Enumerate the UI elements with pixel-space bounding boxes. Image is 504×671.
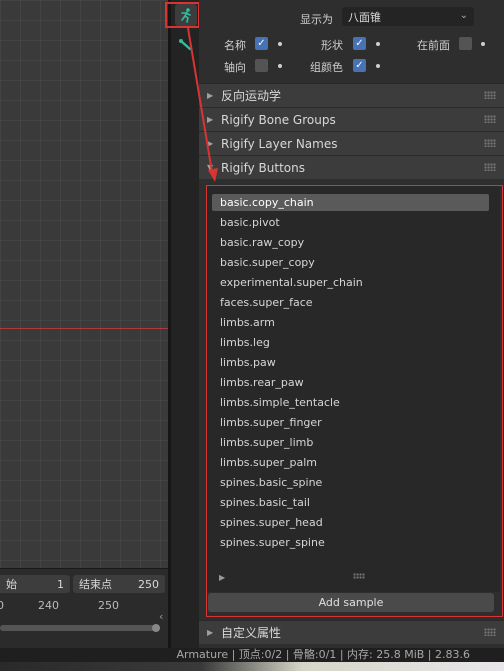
list-item[interactable]: basic.super_copy — [212, 254, 489, 271]
timeline[interactable]: 始 1 结束点 250 0 240 250 — [0, 568, 168, 649]
list-item[interactable]: faces.super_face — [212, 294, 489, 311]
in-front-keyframe-dot[interactable] — [481, 42, 485, 46]
list-item[interactable]: limbs.super_limb — [212, 434, 489, 451]
expand-triangle-icon: ▶ — [207, 628, 214, 637]
expand-triangle-icon: ▶ — [207, 91, 214, 100]
in-front-label: 在前面 — [417, 39, 450, 52]
viewport-display-settings: 显示为 八面锥 ⌄ 名称 ✓ 形状 ✓ 在前面 轴向 组颜色 ✓ — [199, 0, 504, 82]
chevron-left-icon[interactable]: ‹ — [159, 610, 163, 623]
section-rigify-bone-groups[interactable]: ▶ Rigify Bone Groups — [199, 107, 504, 131]
section-rigify-layer-names[interactable]: ▶ Rigify Layer Names — [199, 131, 504, 155]
section-title: 自定义属性 — [221, 626, 282, 640]
ruler-tick-250: 250 — [98, 599, 119, 612]
axes-checkbox[interactable] — [255, 59, 268, 72]
expand-triangle-icon: ▶ — [207, 139, 214, 148]
ruler-tick-0: 0 — [0, 599, 4, 612]
sample-list[interactable]: basic.copy_chain basic.pivot basic.raw_c… — [207, 186, 500, 592]
group-colors-keyframe-dot[interactable] — [376, 64, 380, 68]
section-title: Rigify Layer Names — [221, 136, 338, 151]
list-item[interactable]: spines.basic_tail — [212, 494, 489, 511]
list-item[interactable]: limbs.leg — [212, 334, 489, 351]
display-as-value: 八面锥 — [348, 10, 381, 24]
section-inverse-kinematics[interactable]: ▶ 反向运动学 — [199, 83, 504, 107]
highlight-box — [165, 2, 200, 28]
list-item[interactable]: basic.raw_copy — [212, 234, 489, 251]
shape-label: 形状 — [321, 39, 343, 52]
list-item[interactable]: experimental.super_chain — [212, 274, 489, 291]
axes-keyframe-dot[interactable] — [278, 64, 282, 68]
list-item-selected[interactable]: basic.copy_chain — [212, 194, 489, 211]
group-colors-checkbox[interactable]: ✓ — [353, 59, 366, 72]
display-as-label: 显示为 — [300, 13, 333, 26]
drag-grip-icon[interactable] — [484, 163, 496, 171]
timeline-frame-row: 始 1 结束点 250 — [0, 575, 165, 593]
list-item[interactable]: limbs.arm — [212, 314, 489, 331]
chevron-down-icon: ⌄ — [459, 10, 468, 21]
list-item[interactable]: limbs.rear_paw — [212, 374, 489, 391]
list-resize-grip-icon[interactable] — [353, 573, 365, 579]
collapse-triangle-icon: ▼ — [207, 163, 214, 172]
bone-icon — [179, 39, 192, 51]
drag-grip-icon[interactable] — [484, 139, 496, 147]
name-label: 名称 — [224, 39, 246, 52]
shape-checkbox[interactable]: ✓ — [353, 37, 366, 50]
list-item[interactable]: limbs.super_finger — [212, 414, 489, 431]
end-frame-value: 250 — [138, 577, 159, 591]
expand-triangle-icon: ▶ — [207, 115, 214, 124]
timeline-ruler: 0 240 250 — [0, 599, 168, 613]
x-axis-line — [0, 328, 168, 329]
ruler-tick-240: 240 — [38, 599, 59, 612]
name-checkbox[interactable]: ✓ — [255, 37, 268, 50]
section-rigify-buttons[interactable]: ▼ Rigify Buttons — [199, 155, 504, 179]
list-item[interactable]: spines.basic_spine — [212, 474, 489, 491]
axes-label: 轴向 — [224, 61, 246, 74]
drag-grip-icon[interactable] — [484, 115, 496, 123]
name-keyframe-dot[interactable] — [278, 42, 282, 46]
group-colors-label: 组颜色 — [310, 61, 343, 74]
3d-viewport[interactable] — [0, 0, 168, 568]
taskbar-strip — [0, 662, 504, 671]
start-frame-field[interactable]: 始 1 — [0, 575, 70, 593]
status-text: Armature | 顶点:0/2 | 骨骼:0/1 | 内存: 25.8 Mi… — [176, 648, 470, 661]
properties-panel: 显示为 八面锥 ⌄ 名称 ✓ 形状 ✓ 在前面 轴向 组颜色 ✓ ▶ 反向运动学… — [199, 0, 504, 648]
list-item[interactable]: limbs.simple_tentacle — [212, 394, 489, 411]
start-frame-value: 1 — [57, 577, 64, 591]
list-item[interactable]: spines.super_head — [212, 514, 489, 531]
drag-grip-icon[interactable] — [484, 628, 496, 636]
timeline-scrollbar[interactable] — [0, 624, 160, 632]
list-item[interactable]: spines.super_spine — [212, 534, 489, 551]
list-filter-toggle-icon[interactable]: ▶ — [219, 573, 225, 582]
end-frame-label: 结束点 — [79, 578, 112, 591]
scrollbar-handle[interactable] — [152, 624, 160, 632]
section-custom-properties[interactable]: ▶ 自定义属性 — [199, 620, 504, 644]
properties-tab-strip — [171, 0, 199, 648]
section-title: 反向运动学 — [221, 89, 282, 103]
list-item[interactable]: limbs.paw — [212, 354, 489, 371]
section-title: Rigify Bone Groups — [221, 112, 336, 127]
end-frame-field[interactable]: 结束点 250 — [73, 575, 165, 593]
list-item[interactable]: limbs.super_palm — [212, 454, 489, 471]
drag-grip-icon[interactable] — [484, 91, 496, 99]
add-sample-button[interactable]: Add sample — [208, 593, 494, 612]
shape-keyframe-dot[interactable] — [376, 42, 380, 46]
section-title: Rigify Buttons — [221, 160, 305, 175]
in-front-checkbox[interactable] — [459, 37, 472, 50]
display-as-select[interactable]: 八面锥 ⌄ — [342, 7, 474, 26]
start-frame-label: 始 — [6, 578, 17, 591]
bone-tab[interactable] — [175, 34, 197, 56]
list-item[interactable]: basic.pivot — [212, 214, 489, 231]
